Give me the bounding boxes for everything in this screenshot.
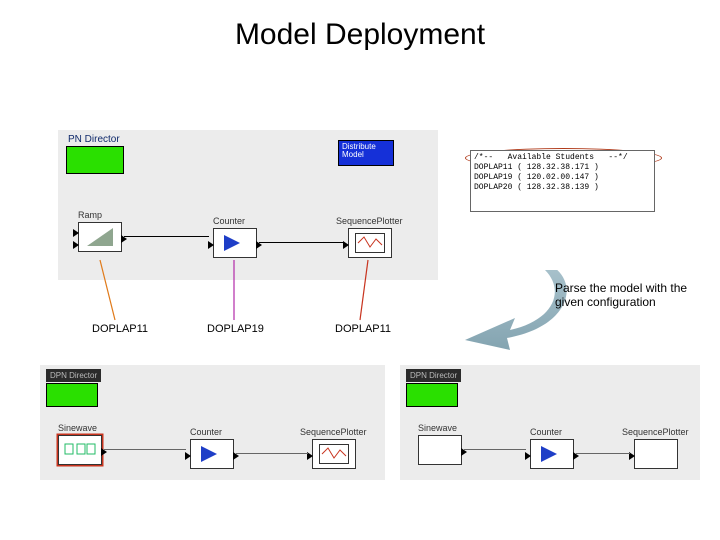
- slide-title: Model Deployment: [0, 18, 720, 52]
- sine-actor-right: [418, 435, 462, 465]
- plotter-actor-right: [634, 439, 678, 469]
- config-header: /*-- Available Students --*/: [474, 153, 628, 162]
- sine-icon: [63, 442, 97, 458]
- ramp-port-in-1: [73, 229, 79, 237]
- slide: Model Deployment PN Director Distribute …: [0, 0, 720, 540]
- plotter-label-right: SequencePlotter: [622, 427, 689, 437]
- wire-counter-plotter: [259, 242, 344, 243]
- counter-actor-left: [190, 439, 234, 469]
- distribute-model-block: Distribute Model: [338, 140, 394, 166]
- wire-bl-2: [236, 453, 308, 454]
- wire-bl-1: [104, 449, 186, 450]
- config-line-1: DOPLAP19 ( 120.02.00.147 ): [474, 173, 599, 182]
- counter-actor: [213, 228, 257, 258]
- dpn-director-label-left: DPN Director: [46, 369, 101, 382]
- host-label-c: DOPLAP11: [335, 323, 391, 335]
- counter-actor-right: [530, 439, 574, 469]
- counter-label: Counter: [213, 216, 245, 226]
- ramp-label: Ramp: [78, 210, 102, 220]
- plotter-label: SequencePlotter: [336, 216, 403, 226]
- ramp-icon: [87, 228, 113, 246]
- pn-director-label: PN Director: [68, 134, 120, 145]
- sine-actor-left: [58, 435, 102, 465]
- host-label-b: DOPLAP19: [207, 323, 264, 335]
- wire-br-2: [576, 453, 630, 454]
- sine-label-right: Sinewave: [418, 423, 457, 433]
- wire-br-1: [464, 449, 526, 450]
- counter-label-right: Counter: [530, 427, 562, 437]
- host-label-a: DOPLAP11: [92, 323, 148, 335]
- dpn-director-block-right: [406, 383, 458, 407]
- bottom-right-panel: DPN Director Sinewave Counter SequencePl…: [400, 365, 700, 480]
- counter-amp-icon-right: [541, 446, 557, 462]
- counter-port-in-left: [185, 452, 191, 460]
- config-line-0: DOPLAP11 ( 128.32.38.171 ): [474, 163, 599, 172]
- counter-amp-icon: [224, 235, 240, 251]
- plotter-actor: [348, 228, 392, 258]
- wire-ramp-counter: [124, 236, 209, 237]
- parse-caption: Parse the model with the given configura…: [555, 282, 710, 310]
- ramp-port-in-2: [73, 241, 79, 249]
- ramp-actor: [78, 222, 122, 252]
- distribute-model-label: Distribute Model: [342, 142, 376, 159]
- dpn-director-label-right: DPN Director: [406, 369, 461, 382]
- sine-label-left: Sinewave: [58, 423, 97, 433]
- counter-label-left: Counter: [190, 427, 222, 437]
- top-model-panel: PN Director Distribute Model Ramp Counte…: [58, 130, 438, 280]
- plotter-icon-left: [319, 444, 349, 464]
- config-line-2: DOPLAP20 ( 128.32.38.139 ): [474, 183, 599, 192]
- bottom-left-panel: DPN Director Sinewave Counter SequencePl…: [40, 365, 385, 480]
- counter-port-in-right: [525, 452, 531, 460]
- counter-amp-icon-left: [201, 446, 217, 462]
- dpn-director-block-left: [46, 383, 98, 407]
- pn-director-block: [66, 146, 124, 174]
- counter-port-in: [208, 241, 214, 249]
- plotter-icon: [355, 233, 385, 253]
- config-text-box: /*-- Available Students --*/ DOPLAP11 ( …: [470, 150, 655, 212]
- plotter-actor-left: [312, 439, 356, 469]
- plotter-label-left: SequencePlotter: [300, 427, 367, 437]
